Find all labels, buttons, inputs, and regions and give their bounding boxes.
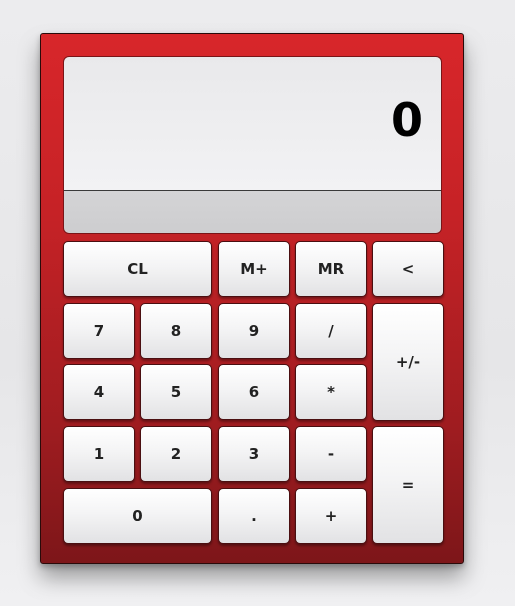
display-main-area: 0	[64, 57, 441, 191]
divide-button[interactable]: /	[295, 303, 367, 359]
digit-6-button[interactable]: 6	[218, 364, 290, 420]
subtract-button[interactable]: -	[295, 426, 367, 482]
digit-8-button[interactable]: 8	[140, 303, 212, 359]
memory-add-button[interactable]: M+	[218, 241, 290, 297]
add-button[interactable]: +	[295, 488, 367, 544]
digit-7-button[interactable]: 7	[63, 303, 135, 359]
calculator: 0 CL M+ MR < 7 8 9 / +/- 4 5 6 * 1 2 3 -…	[40, 33, 464, 564]
display-value: 0	[390, 93, 423, 147]
negate-button[interactable]: +/-	[372, 303, 444, 421]
clear-button[interactable]: CL	[63, 241, 212, 297]
equals-button[interactable]: =	[372, 426, 444, 544]
digit-0-button[interactable]: 0	[63, 488, 212, 544]
display-memory-area	[64, 191, 441, 233]
memory-recall-button[interactable]: MR	[295, 241, 367, 297]
digit-3-button[interactable]: 3	[218, 426, 290, 482]
display: 0	[63, 56, 442, 234]
digit-1-button[interactable]: 1	[63, 426, 135, 482]
multiply-button[interactable]: *	[295, 364, 367, 420]
decimal-button[interactable]: .	[218, 488, 290, 544]
digit-4-button[interactable]: 4	[63, 364, 135, 420]
backspace-button[interactable]: <	[372, 241, 444, 297]
digit-2-button[interactable]: 2	[140, 426, 212, 482]
digit-5-button[interactable]: 5	[140, 364, 212, 420]
digit-9-button[interactable]: 9	[218, 303, 290, 359]
